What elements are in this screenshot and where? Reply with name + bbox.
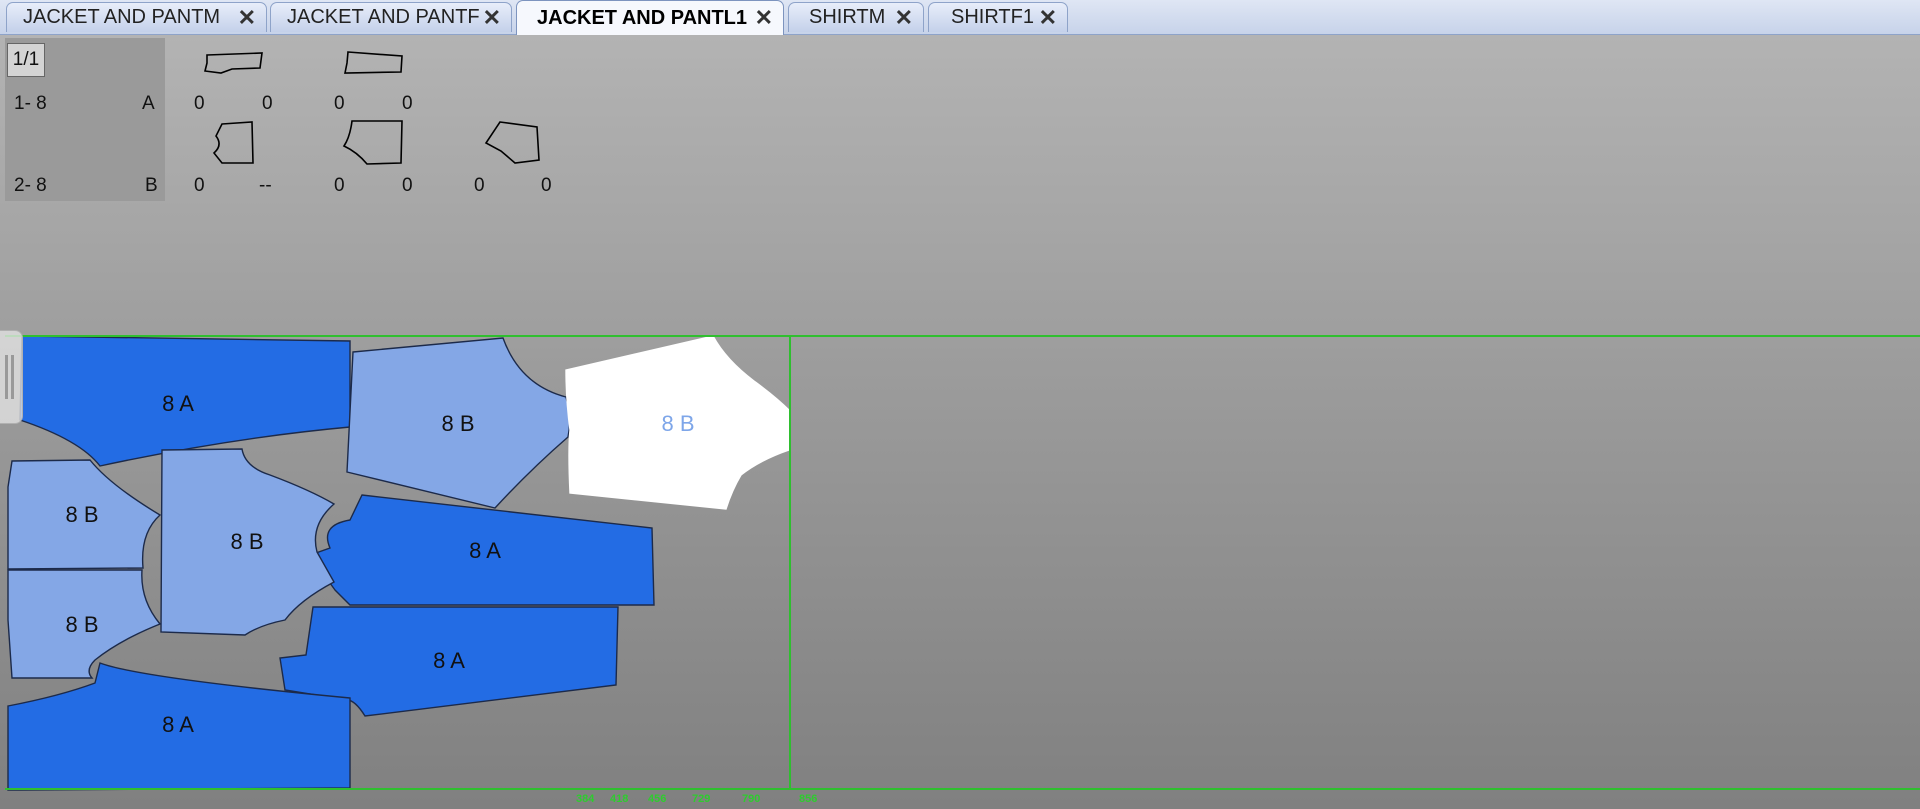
piece-thumbnail[interactable]	[342, 120, 403, 165]
piece-label: 8 B	[661, 411, 694, 436]
marker-canvas: 8 A 8 B 8 B 8 B 8 B 8 A 8 B 8 A 8 A	[7, 51, 791, 791]
marker-top-border	[5, 335, 1920, 337]
ruler-mark: 729	[692, 793, 711, 805]
tab-jacket-and-pantl1[interactable]: JACKET AND PANTL1 ✕	[516, 0, 784, 35]
piece-label: 8 A	[162, 391, 194, 416]
piece-label: 8 B	[441, 411, 474, 436]
ruler-mark: 384	[576, 793, 595, 805]
piece-thumbnail[interactable]	[204, 52, 263, 74]
piece-label: 8 A	[433, 648, 465, 673]
piece-label: 8 B	[65, 612, 98, 637]
ruler-mark: 790	[742, 793, 761, 805]
piece-label: 8 B	[230, 529, 263, 554]
piece-label: 8 B	[65, 502, 98, 527]
piece-label: 8 A	[469, 538, 501, 563]
marker-bottom-border	[5, 788, 1920, 790]
ruler-mark: 456	[648, 793, 667, 805]
ruler-mark: 856	[799, 793, 818, 805]
piece-thumbnail[interactable]	[484, 121, 540, 164]
piece-label: 8 A	[162, 712, 194, 737]
close-icon[interactable]: ✕	[755, 7, 773, 29]
panel-handle-icon[interactable]	[0, 330, 23, 424]
ruler-mark: 418	[610, 793, 629, 805]
piece-thumbnail[interactable]	[212, 121, 254, 164]
tab-label: JACKET AND PANTL1	[537, 6, 748, 29]
piece-thumbnail[interactable]	[344, 51, 403, 74]
marker-end-line[interactable]	[789, 335, 791, 790]
